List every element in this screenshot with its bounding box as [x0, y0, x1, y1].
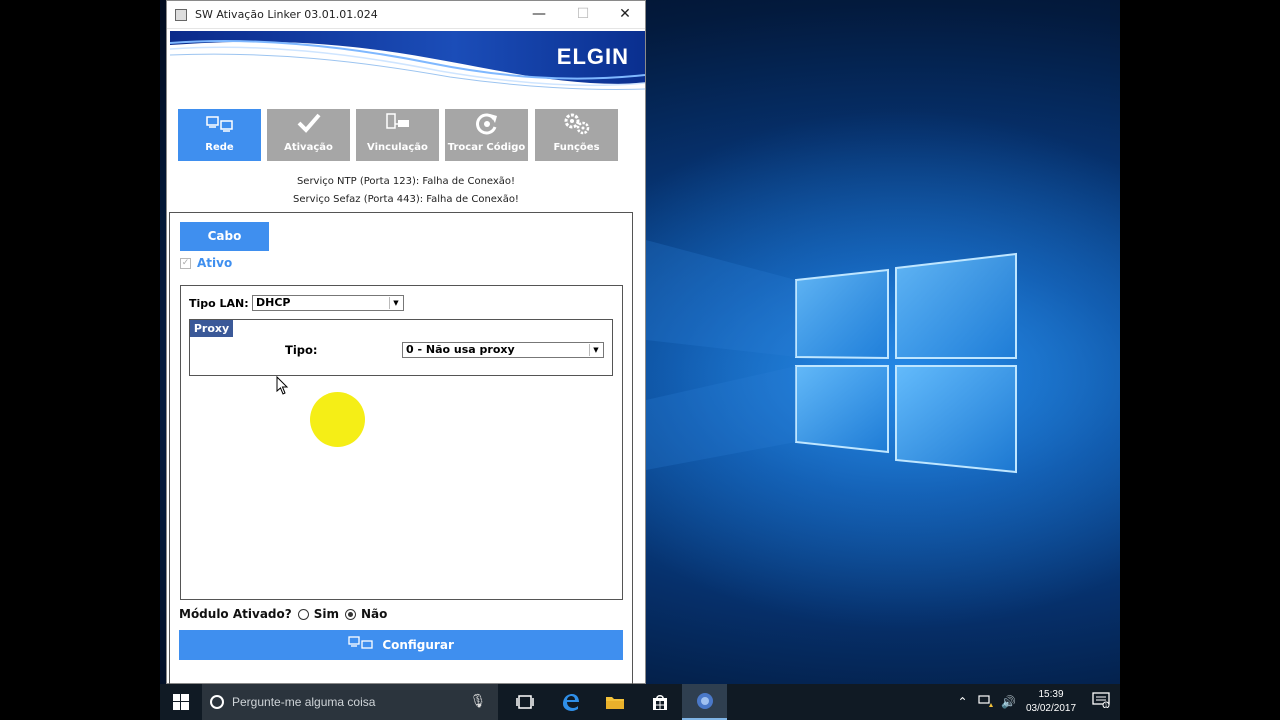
clock[interactable]: 15:39 03/02/2017 — [1020, 688, 1082, 716]
start-button[interactable] — [160, 684, 202, 720]
gears-icon — [535, 112, 618, 142]
ativo-label: Ativo — [197, 256, 233, 270]
search-box[interactable]: Pergunte-me alguma coisa 🎙 — [202, 684, 498, 720]
nav-funcoes-button[interactable]: Funções — [535, 109, 618, 161]
nao-label[interactable]: Não — [361, 607, 387, 621]
proxy-tipo-value: 0 - Não usa proxy — [406, 343, 515, 356]
close-button[interactable]: ✕ — [603, 1, 647, 28]
modulo-ativado-row: Módulo Ativado? Sim Não — [179, 607, 387, 621]
nav-funcoes-label: Funções — [553, 142, 600, 153]
notification-count: 1 — [1105, 703, 1108, 708]
click-highlight-indicator — [310, 392, 365, 447]
clock-date: 03/02/2017 — [1025, 703, 1077, 714]
lan-settings-box: Tipo LAN: DHCP ▼ Proxy Tipo: 0 - Não usa… — [180, 285, 623, 600]
taskbar: Pergunte-me alguma coisa 🎙 ⌃ 🔊 15:39 03/… — [160, 684, 1120, 720]
nav-ativacao-button[interactable]: Ativação — [267, 109, 350, 161]
modulo-ativado-label: Módulo Ativado? — [179, 607, 292, 621]
elgin-banner: ELGIN — [170, 31, 645, 91]
app-window: SW Ativação Linker 03.01.01.024 — ☐ ✕ EL… — [166, 0, 646, 684]
system-tray: ⌃ 🔊 15:39 03/02/2017 1 — [951, 684, 1120, 720]
file-explorer-icon[interactable] — [592, 684, 637, 720]
chevron-down-icon: ▼ — [389, 297, 402, 309]
nav-ativacao-label: Ativação — [284, 142, 333, 153]
link-devices-icon — [356, 112, 439, 142]
maximize-button[interactable]: ☐ — [561, 1, 605, 28]
tipo-lan-select[interactable]: DHCP ▼ — [252, 295, 404, 311]
nav-rede-label: Rede — [205, 142, 234, 153]
tipo-lan-label: Tipo LAN: — [189, 297, 249, 310]
edge-browser-icon[interactable] — [547, 684, 592, 720]
network-icon — [348, 631, 374, 661]
tab-cabo[interactable]: Cabo — [180, 222, 269, 251]
notification-center-icon[interactable]: 1 — [1082, 692, 1120, 712]
ativo-checkbox[interactable]: ✓ — [180, 257, 191, 269]
cortana-icon — [210, 695, 224, 709]
nao-radio[interactable] — [344, 608, 356, 620]
nav-trocar-codigo-label: Trocar Código — [447, 142, 526, 153]
chevron-up-icon[interactable]: ⌃ — [951, 695, 974, 709]
task-view-icon[interactable] — [502, 684, 547, 720]
sim-label[interactable]: Sim — [314, 607, 339, 621]
search-placeholder: Pergunte-me alguma coisa — [232, 695, 376, 709]
status-ntp: Serviço NTP (Porta 123): Falha de Conexã… — [296, 176, 516, 187]
tipo-lan-value: DHCP — [256, 296, 291, 309]
app-icon — [175, 8, 187, 21]
microphone-icon[interactable]: 🎙 — [469, 694, 486, 709]
minimize-button[interactable]: — — [517, 1, 561, 28]
store-icon[interactable] — [637, 684, 682, 720]
windows-start-icon — [173, 694, 189, 710]
nav-vinculacao-button[interactable]: Vinculação — [356, 109, 439, 161]
check-icon — [267, 112, 350, 142]
volume-icon[interactable]: 🔊 — [997, 695, 1020, 709]
proxy-title: Proxy — [190, 320, 233, 337]
ativo-checkbox-row[interactable]: ✓ Ativo — [180, 256, 232, 270]
nav-vinculacao-label: Vinculação — [367, 142, 428, 153]
title-bar[interactable]: SW Ativação Linker 03.01.01.024 — ☐ ✕ — [167, 1, 645, 29]
proxy-group: Proxy Tipo: 0 - Não usa proxy ▼ — [189, 319, 613, 376]
window-title: SW Ativação Linker 03.01.01.024 — [195, 8, 378, 21]
proxy-tipo-select[interactable]: 0 - Não usa proxy ▼ — [402, 342, 604, 358]
nav-rede-button[interactable]: Rede — [178, 109, 261, 161]
elgin-logo: ELGIN — [556, 44, 629, 69]
network-icon — [178, 112, 261, 142]
configurar-button[interactable]: Configurar — [179, 630, 623, 660]
configurar-label: Configurar — [382, 638, 454, 652]
status-sefaz: Serviço Sefaz (Porta 443): Falha de Cone… — [293, 194, 519, 205]
mouse-cursor-icon — [276, 376, 289, 395]
proxy-tipo-label: Tipo: — [285, 343, 318, 357]
refresh-icon — [445, 112, 528, 142]
clock-time: 15:39 — [1038, 689, 1064, 700]
nav-trocar-codigo-button[interactable]: Trocar Código — [445, 109, 528, 161]
chevron-down-icon: ▼ — [589, 344, 602, 356]
sim-radio[interactable] — [297, 608, 309, 620]
linker-app-taskbar-icon[interactable] — [682, 684, 727, 720]
network-warning-icon[interactable] — [974, 694, 997, 711]
